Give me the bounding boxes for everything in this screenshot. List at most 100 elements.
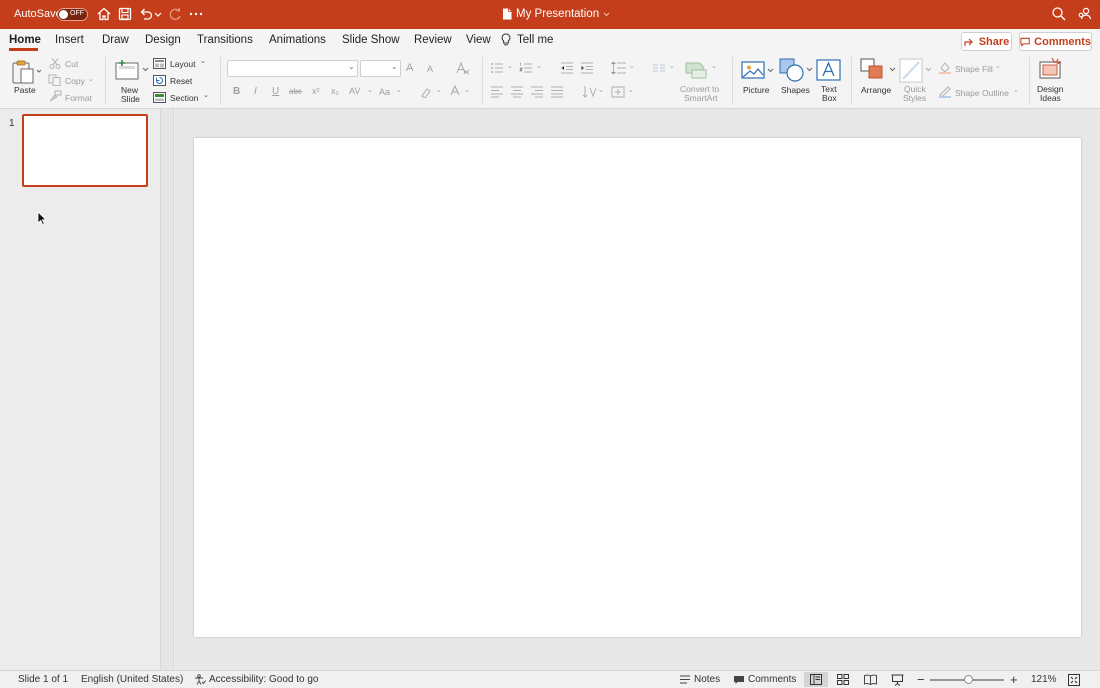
text-box-icon[interactable] bbox=[816, 59, 841, 81]
share-button[interactable]: Share bbox=[961, 32, 1012, 51]
copy-icon[interactable] bbox=[48, 74, 62, 86]
cut-icon[interactable] bbox=[49, 58, 61, 69]
quick-styles-label-line2[interactable]: Styles bbox=[903, 93, 926, 104]
tab-home[interactable]: Home bbox=[9, 34, 41, 46]
redo-icon[interactable] bbox=[167, 6, 183, 22]
tab-slide-show[interactable]: Slide Show bbox=[342, 34, 400, 46]
slide-thumbnail-1[interactable] bbox=[22, 114, 148, 187]
layout-label[interactable]: Layout bbox=[170, 59, 196, 69]
reset-icon[interactable] bbox=[153, 75, 166, 86]
layout-icon[interactable] bbox=[153, 58, 166, 69]
section-label[interactable]: Section bbox=[170, 93, 198, 103]
subscript-button[interactable]: x₂ bbox=[331, 86, 339, 96]
align-left-icon[interactable] bbox=[490, 86, 504, 98]
strikethrough-button[interactable]: abc bbox=[289, 87, 302, 96]
tab-tell-me[interactable]: Tell me bbox=[517, 34, 553, 46]
reading-view-button[interactable] bbox=[858, 672, 882, 687]
tab-design[interactable]: Design bbox=[145, 34, 181, 46]
shape-outline-label[interactable]: Shape Outline bbox=[955, 88, 1009, 98]
tab-insert[interactable]: Insert bbox=[55, 34, 84, 46]
align-center-icon[interactable] bbox=[510, 86, 524, 98]
align-text-chevron-down-icon[interactable]: ⌄ bbox=[628, 86, 634, 94]
zoom-out-button[interactable]: − bbox=[917, 672, 925, 687]
shape-outline-icon[interactable] bbox=[938, 85, 952, 98]
layout-chevron-down-icon[interactable]: ⌄ bbox=[200, 57, 206, 65]
bold-button[interactable]: B bbox=[233, 86, 240, 97]
picture-icon[interactable] bbox=[741, 59, 775, 83]
shape-fill-icon[interactable] bbox=[938, 61, 952, 74]
bullets-icon[interactable] bbox=[490, 62, 504, 74]
autosave-toggle[interactable]: OFF bbox=[57, 8, 88, 21]
arrange-icon[interactable] bbox=[860, 58, 896, 84]
status-comments-button[interactable]: Comments bbox=[733, 674, 796, 685]
notes-button[interactable]: Notes bbox=[679, 674, 720, 685]
shapes-label[interactable]: Shapes bbox=[781, 85, 810, 96]
undo-icon[interactable] bbox=[138, 6, 154, 22]
case-chevron-down-icon[interactable]: ⌄ bbox=[396, 86, 402, 94]
shape-fill-label[interactable]: Shape Fill bbox=[955, 64, 993, 74]
shape-outline-chevron-down-icon[interactable]: ⌄ bbox=[1013, 86, 1019, 94]
line-spacing-icon[interactable] bbox=[611, 61, 627, 75]
more-icon[interactable] bbox=[188, 6, 204, 22]
tab-draw[interactable]: Draw bbox=[102, 34, 129, 46]
undo-dropdown-icon[interactable] bbox=[153, 6, 163, 22]
numbering-chevron-down-icon[interactable]: ⌄ bbox=[536, 62, 542, 70]
text-direction-icon[interactable] bbox=[582, 85, 598, 99]
lightbulb-icon[interactable] bbox=[501, 33, 511, 47]
design-ideas-icon[interactable] bbox=[1038, 57, 1064, 81]
normal-view-button[interactable] bbox=[804, 672, 828, 687]
design-ideas-label-line2[interactable]: Ideas bbox=[1040, 93, 1061, 104]
font-name-dropdown[interactable]: ⌄ bbox=[227, 60, 358, 77]
save-icon[interactable] bbox=[117, 6, 133, 22]
slide-sorter-view-button[interactable] bbox=[831, 672, 855, 687]
reset-label[interactable]: Reset bbox=[170, 76, 192, 86]
pane-splitter[interactable] bbox=[160, 109, 174, 670]
slide-thumbnail-pane[interactable] bbox=[0, 109, 161, 670]
document-title[interactable]: My Presentation bbox=[502, 8, 610, 20]
highlight-chevron-down-icon[interactable]: ⌄ bbox=[436, 86, 442, 94]
current-slide[interactable] bbox=[194, 138, 1081, 637]
grow-font-icon[interactable]: A bbox=[406, 62, 413, 74]
tab-view[interactable]: View bbox=[466, 34, 491, 46]
tab-transitions[interactable]: Transitions bbox=[197, 34, 253, 46]
section-chevron-down-icon[interactable]: ⌄ bbox=[203, 91, 209, 99]
align-right-icon[interactable] bbox=[530, 86, 544, 98]
zoom-slider-thumb[interactable] bbox=[963, 675, 973, 684]
language-indicator[interactable]: English (United States) bbox=[81, 674, 183, 685]
columns-chevron-down-icon[interactable]: ⌄ bbox=[669, 62, 675, 70]
shape-fill-chevron-down-icon[interactable]: ⌄ bbox=[995, 62, 1001, 70]
font-color-chevron-down-icon[interactable]: ⌄ bbox=[464, 86, 470, 94]
shrink-font-icon[interactable]: A bbox=[427, 64, 433, 74]
new-slide-label-line2[interactable]: Slide bbox=[121, 94, 140, 105]
home-icon[interactable] bbox=[96, 6, 112, 22]
superscript-button[interactable]: x² bbox=[312, 86, 320, 96]
text-direction-chevron-down-icon[interactable]: ⌄ bbox=[598, 86, 604, 94]
font-color-icon[interactable] bbox=[449, 85, 461, 98]
line-spacing-chevron-down-icon[interactable]: ⌄ bbox=[629, 62, 635, 70]
smartart-chevron-down-icon[interactable]: ⌄ bbox=[711, 62, 717, 70]
character-spacing-button[interactable]: AV bbox=[349, 86, 360, 96]
change-case-button[interactable]: Aa bbox=[379, 87, 390, 97]
italic-button[interactable]: I bbox=[254, 86, 257, 97]
comments-button[interactable]: Comments bbox=[1019, 32, 1092, 51]
zoom-in-button[interactable]: + bbox=[1010, 672, 1018, 687]
copy-label[interactable]: Copy bbox=[65, 76, 85, 86]
quick-styles-icon[interactable] bbox=[899, 58, 933, 84]
tab-review[interactable]: Review bbox=[414, 34, 452, 46]
paste-label[interactable]: Paste bbox=[14, 85, 36, 96]
copy-chevron-down-icon[interactable]: ⌄ bbox=[88, 75, 94, 83]
decrease-indent-icon[interactable] bbox=[560, 62, 574, 74]
tab-animations[interactable]: Animations bbox=[269, 34, 326, 46]
paste-icon[interactable] bbox=[11, 59, 41, 85]
bullets-chevron-down-icon[interactable]: ⌄ bbox=[507, 62, 513, 70]
search-icon[interactable] bbox=[1051, 6, 1067, 22]
format-painter-icon[interactable] bbox=[48, 90, 62, 102]
accessibility-status[interactable]: Accessibility: Good to go bbox=[194, 674, 319, 685]
highlight-icon[interactable] bbox=[420, 86, 433, 98]
format-painter-label[interactable]: Format bbox=[65, 93, 92, 103]
picture-label[interactable]: Picture bbox=[743, 85, 769, 96]
font-size-dropdown[interactable]: ⌄ bbox=[360, 60, 401, 77]
section-icon[interactable] bbox=[153, 92, 166, 103]
align-text-icon[interactable] bbox=[611, 86, 625, 98]
text-box-label-line2[interactable]: Box bbox=[822, 93, 837, 104]
